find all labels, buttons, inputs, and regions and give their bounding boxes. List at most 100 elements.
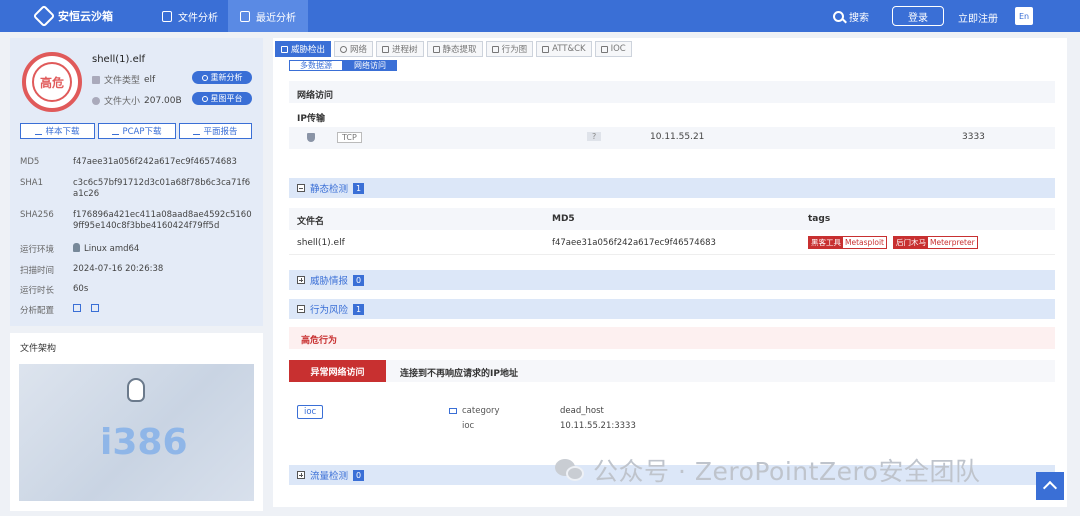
col-filename: 文件名: [297, 217, 325, 227]
env-row: 运行环境 Linux amd64: [20, 243, 255, 255]
language-switch-icon[interactable]: En: [1015, 7, 1033, 25]
register-link[interactable]: 立即注册: [958, 10, 998, 25]
sample-download-label: 样本下载: [45, 127, 80, 137]
report-tabs: 威胁检出 网络 进程树 静态提取 行为图 ATT&CK IOC: [275, 41, 632, 57]
search-button[interactable]: 搜索: [833, 9, 869, 24]
duration-key: 运行时长: [20, 286, 55, 296]
sha1-value: c3c6c57bf91712d3c01a68f78b6c3ca71f6a1c26: [73, 178, 251, 199]
kv-key-ioc: ioc: [462, 421, 475, 431]
reanalyze-label: 重新分析: [210, 73, 243, 82]
scan-time-key: 扫描时间: [20, 266, 55, 276]
network-access-header: 网络访问: [289, 81, 1055, 103]
reanalyze-button[interactable]: 重新分析: [192, 71, 252, 84]
brand-name: 安恒云沙箱: [58, 10, 113, 23]
pcap-download-button[interactable]: PCAP下载: [98, 123, 176, 139]
scan-time-row: 扫描时间 2024-07-16 20:26:38: [20, 264, 255, 276]
tab-label: 进程树: [392, 45, 418, 55]
tree-icon: [382, 45, 390, 53]
behavior-risk-title: 行为风险: [310, 305, 349, 316]
row-filename: shell(1).elf: [297, 238, 345, 248]
file-type: 文件类型 elf: [92, 73, 155, 86]
flat-report-label: 平面报告: [203, 127, 238, 137]
file-type-value: elf: [144, 74, 156, 85]
file-size-icon: [92, 96, 100, 105]
tag-name: Meterpreter: [928, 237, 977, 248]
risk-badge: 高危: [22, 52, 82, 112]
download-icon: [35, 128, 43, 135]
platform-label: 星图平台: [210, 94, 243, 103]
threat-intel-bar[interactable]: 威胁情报 0: [289, 270, 1055, 290]
nav-recent-analysis-label: 最近分析: [256, 12, 296, 24]
tab-static-extract[interactable]: 静态提取: [426, 41, 483, 57]
tab-label: 网络: [350, 45, 368, 55]
behavior-risk-bar[interactable]: 行为风险 1: [289, 299, 1055, 319]
file-summary-panel: 高危 shell(1).elf 文件类型 elf 文件大小 207.00B 重新…: [10, 38, 263, 326]
ioc-chip: ioc: [297, 405, 324, 419]
watermark-text: 公众号 · ZeroPointZero安全团队: [593, 457, 981, 486]
tag-metasploit: 黑客工具 Metasploit: [808, 236, 887, 249]
nav-recent-analysis[interactable]: 最近分析: [228, 0, 308, 32]
sha256-key: SHA256: [20, 210, 54, 220]
tab-ioc[interactable]: IOC: [594, 41, 632, 57]
pcap-download-label: PCAP下载: [122, 127, 162, 137]
subtab-network-access[interactable]: 网络访问: [343, 60, 397, 71]
config-value: [73, 304, 109, 316]
top-nav: 安恒云沙箱 文件分析 最近分析 搜索 登录 立即注册 En: [0, 0, 1080, 32]
watermark: 公众号 · ZeroPointZero安全团队: [555, 452, 980, 488]
sha256-row: SHA256 f176896a421ec411a08aad8ae4592c516…: [20, 210, 255, 232]
scan-time-value: 2024-07-16 20:26:38: [73, 264, 164, 274]
config-copy-icon[interactable]: [91, 304, 99, 312]
clock-icon: [240, 10, 250, 22]
tag-icon: [449, 408, 457, 414]
search-icon: [833, 11, 844, 22]
file-arch-panel: 文件架构 i386: [10, 333, 263, 511]
traffic-detection-title: 流量检测: [310, 471, 349, 482]
brand-icon: [32, 4, 56, 28]
collapse-icon: [297, 305, 305, 313]
ip-address: 10.11.55.21: [650, 132, 705, 142]
tab-behavior-graph[interactable]: 行为图: [485, 41, 534, 57]
flat-report-button[interactable]: 平面报告: [179, 123, 252, 139]
behavior-item[interactable]: 异常网络访问 连接到不再响应请求的IP地址: [289, 360, 1055, 382]
duration-row: 运行时长 60s: [20, 284, 255, 296]
tab-label: 静态提取: [442, 45, 477, 55]
arch-image: i386: [19, 364, 254, 501]
platform-button[interactable]: 星图平台: [192, 92, 252, 105]
col-tags: tags: [808, 214, 831, 224]
report-panel: 威胁检出 网络 进程树 静态提取 行为图 ATT&CK IOC 多数据源 网络访…: [273, 38, 1067, 507]
port-value: 3333: [962, 132, 985, 142]
attck-icon: [542, 45, 550, 53]
ioc-icon: [600, 45, 608, 53]
subtab-multi-source[interactable]: 多数据源: [289, 60, 343, 71]
behavior-tag: 异常网络访问: [289, 360, 386, 382]
search-label: 搜索: [849, 13, 869, 24]
sha1-row: SHA1 c3c6c57bf91712d3c01a68f78b6c3ca71f6…: [20, 178, 255, 200]
tab-label: 威胁检出: [291, 45, 326, 55]
file-size-value: 207.00B: [144, 95, 182, 106]
back-to-top-button[interactable]: [1036, 472, 1064, 500]
arch-value: i386: [100, 422, 188, 463]
sample-download-button[interactable]: 样本下载: [20, 123, 95, 139]
file-size: 文件大小 207.00B: [92, 94, 182, 107]
brand-logo[interactable]: 安恒云沙箱: [32, 4, 113, 28]
globe-icon: [340, 45, 348, 53]
file-size-label: 文件大小: [104, 97, 141, 107]
static-table-header: 文件名 MD5 tags: [289, 208, 1055, 230]
expand-icon: [297, 276, 305, 284]
tab-attck[interactable]: ATT&CK: [536, 41, 592, 57]
tag-category: 黑客工具: [809, 237, 843, 248]
refresh-icon: [201, 74, 208, 81]
login-button[interactable]: 登录: [892, 6, 944, 26]
tab-process-tree[interactable]: 进程树: [376, 41, 424, 57]
config-view-icon[interactable]: [73, 304, 81, 312]
tab-network[interactable]: 网络: [334, 41, 374, 57]
report-icon: [193, 128, 201, 135]
nav-file-analysis[interactable]: 文件分析: [150, 0, 230, 32]
file-name: shell(1).elf: [92, 54, 146, 65]
tab-threat-detection[interactable]: 威胁检出: [275, 41, 332, 57]
env-value-text: Linux amd64: [84, 244, 140, 254]
threat-intel-count: 0: [353, 274, 365, 286]
static-detection-bar[interactable]: 静态检测 1: [289, 178, 1055, 198]
nav-file-analysis-label: 文件分析: [178, 12, 218, 24]
linux-penguin-icon: [127, 378, 145, 402]
